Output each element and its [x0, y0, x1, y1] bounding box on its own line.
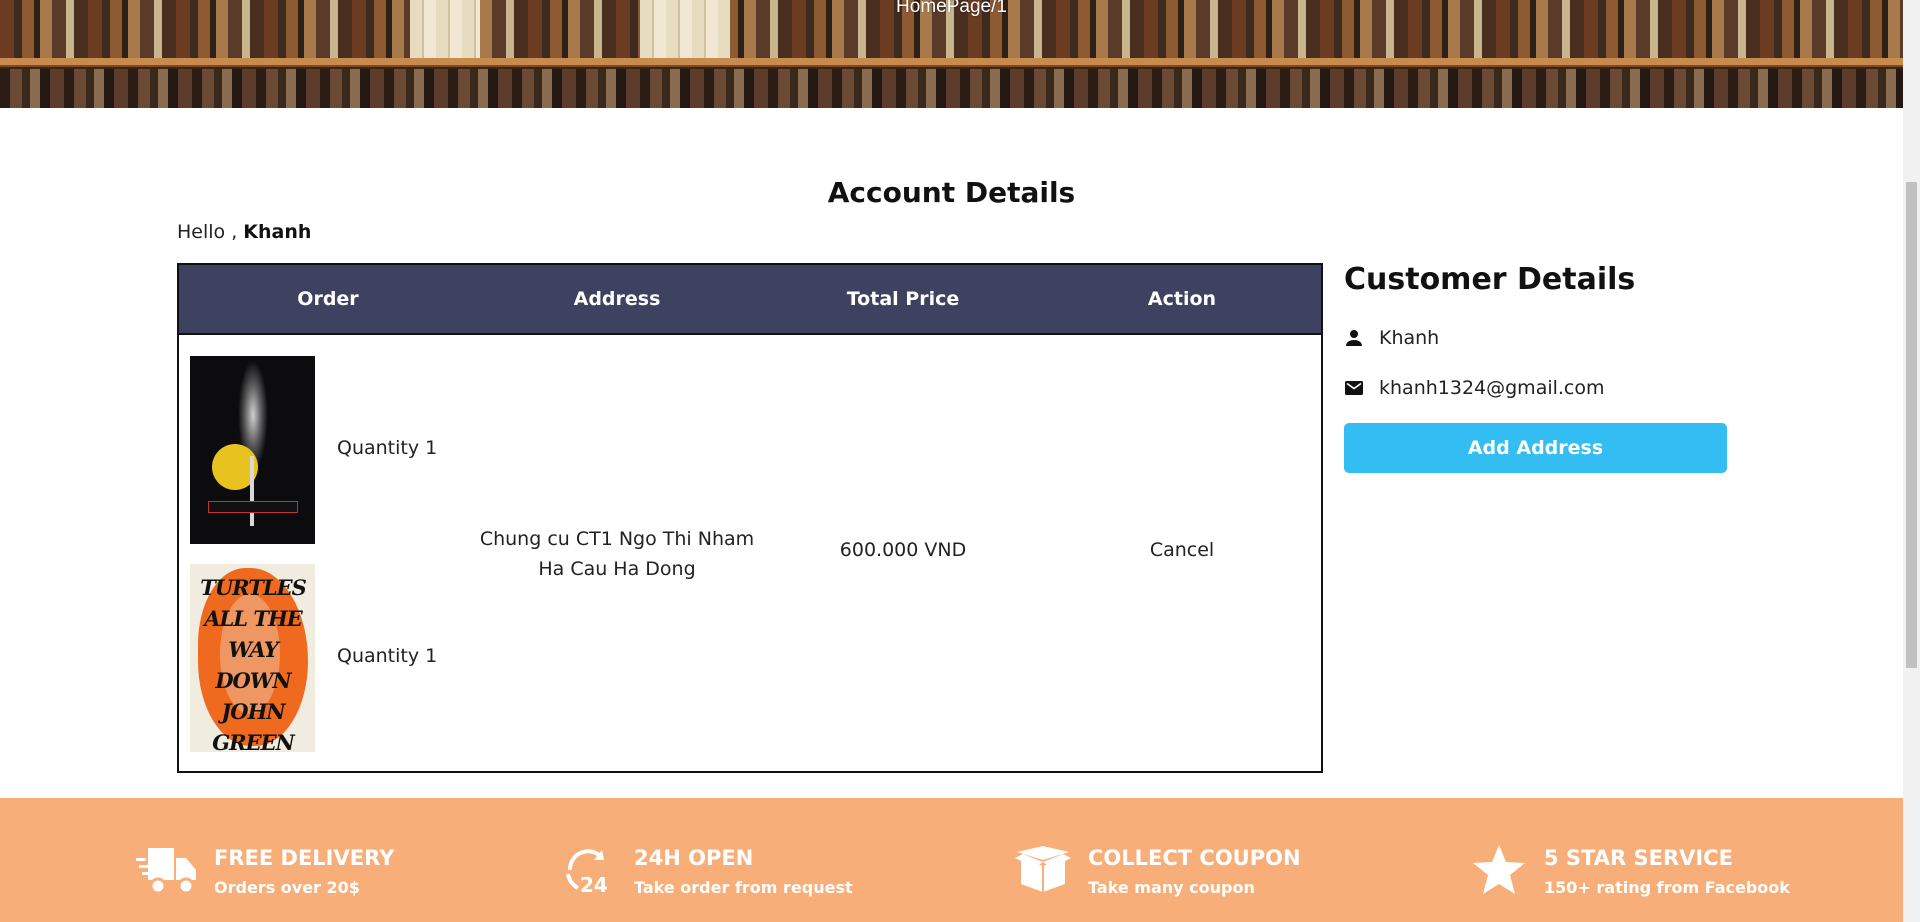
- cover-art: [208, 501, 298, 513]
- star-icon: [1472, 844, 1526, 900]
- feature-subtitle: Take many coupon: [1088, 878, 1255, 897]
- greeting-prefix: Hello ,: [177, 221, 244, 243]
- greeting-username: Khanh: [243, 221, 312, 243]
- customer-name: Khanh: [1379, 327, 1440, 349]
- open-box-icon: [1013, 844, 1073, 898]
- cancel-order-button[interactable]: Cancel: [1041, 539, 1323, 561]
- order-address: Chung cu CT1 Ngo Thi Nham Ha Cau Ha Dong: [467, 524, 767, 584]
- features-bar: FREE DELIVERY Orders over 20$ 24 24H OPE…: [0, 798, 1903, 922]
- add-address-button[interactable]: Add Address: [1344, 423, 1727, 473]
- greeting: Hello , Khanh: [177, 221, 311, 243]
- breadcrumb[interactable]: HomePage/1: [0, 0, 1903, 18]
- cover-lettering: TURTLES ALL THE WAY DOWN JOHN GREEN: [200, 575, 307, 752]
- order-item-quantity: Quantity 1: [337, 645, 438, 667]
- column-header-order: Order: [297, 288, 359, 310]
- column-header-total-price: Total Price: [846, 288, 960, 310]
- page-scrollbar[interactable]: [1903, 0, 1920, 922]
- customer-name-row: Khanh: [1344, 325, 1439, 351]
- scrollbar-thumb[interactable]: [1906, 182, 1917, 668]
- feature-title: COLLECT COUPON: [1088, 846, 1301, 870]
- order-item-quantity: Quantity 1: [337, 437, 438, 459]
- header-banner: HomePage/1: [0, 0, 1903, 108]
- feature-subtitle: Orders over 20$: [214, 878, 360, 897]
- book-cover-looking-for-alaska[interactable]: [190, 356, 315, 544]
- delivery-truck-icon: [136, 844, 198, 900]
- person-icon: [1344, 328, 1364, 348]
- customer-details-title: Customer Details: [1344, 262, 1636, 297]
- column-header-action: Action: [1147, 288, 1217, 310]
- feature-title: 5 STAR SERVICE: [1544, 846, 1733, 870]
- address-line-1: Chung cu CT1 Ngo Thi Nham: [479, 528, 755, 550]
- customer-email: khanh1324@gmail.com: [1379, 377, 1605, 399]
- orders-table: Order Address Total Price Action Quantit…: [177, 263, 1323, 773]
- customer-email-row: khanh1324@gmail.com: [1344, 375, 1605, 401]
- table-header: Order Address Total Price Action: [179, 265, 1321, 335]
- page-title: Account Details: [827, 176, 1076, 209]
- mail-icon: [1344, 378, 1364, 398]
- clock-24h-icon: 24: [562, 844, 614, 900]
- feature-title: 24H OPEN: [634, 846, 754, 870]
- svg-text:24: 24: [580, 873, 608, 896]
- address-line-2: Ha Cau Ha Dong: [538, 558, 696, 580]
- bookshelf-background: [0, 69, 1903, 108]
- order-total-price: 600.000 VND: [839, 539, 967, 561]
- feature-subtitle: Take order from request: [634, 878, 853, 897]
- cover-art: [250, 456, 254, 526]
- column-header-address: Address: [573, 288, 661, 310]
- feature-subtitle: 150+ rating from Facebook: [1544, 878, 1790, 897]
- bookshelf-background: [0, 58, 1903, 67]
- feature-title: FREE DELIVERY: [214, 846, 395, 870]
- book-cover-turtles-all-the-way-down[interactable]: TURTLES ALL THE WAY DOWN JOHN GREEN: [190, 564, 315, 752]
